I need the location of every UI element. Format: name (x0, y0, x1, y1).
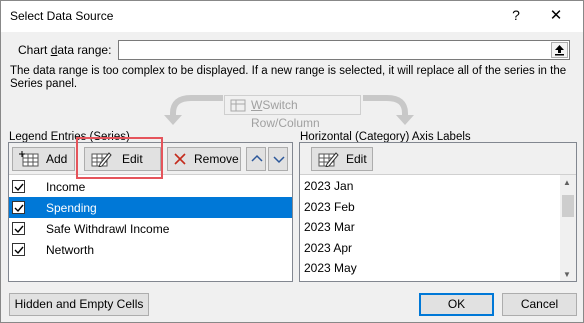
add-series-label: Add (46, 152, 68, 166)
axis-label-item[interactable]: 2023 Mar (300, 217, 560, 238)
remove-x-icon (174, 153, 186, 165)
series-row-safe-withdrawl-income[interactable]: Safe Withdrawl Income (9, 218, 292, 239)
axis-toolbar: Edit (300, 143, 576, 175)
collapse-dialog-button[interactable] (551, 42, 568, 58)
series-checkbox[interactable] (12, 243, 25, 256)
chevron-down-icon (273, 156, 285, 164)
series-row-income[interactable]: Income (9, 176, 292, 197)
ok-button[interactable]: OK (419, 293, 494, 316)
scroll-up-icon[interactable]: ▲ (563, 178, 571, 187)
checkmark-icon (14, 225, 24, 234)
series-name: Networth (46, 243, 95, 257)
collapse-arrow-icon (555, 45, 564, 56)
series-name: Safe Withdrawl Income (46, 222, 170, 236)
close-button[interactable]: ✕ (547, 6, 565, 24)
hidden-empty-cells-button[interactable]: Hidden and Empty Cells (9, 293, 149, 316)
checkmark-icon (14, 183, 24, 192)
series-checkbox[interactable] (12, 180, 25, 193)
title-bar: Select Data Source ? ✕ (1, 1, 583, 32)
series-checkbox[interactable] (12, 222, 25, 235)
switch-row-column-label: WSwitch Row/Column (251, 98, 320, 130)
select-data-source-dialog: Select Data Source ? ✕ Chart data range:… (0, 0, 584, 323)
add-series-button[interactable]: Add (12, 147, 75, 171)
add-series-icon (19, 151, 39, 167)
chevron-up-icon (251, 154, 263, 162)
cancel-button[interactable]: Cancel (502, 293, 577, 316)
series-row-spending[interactable]: Spending (9, 197, 292, 218)
chart-data-range-input[interactable] (118, 40, 570, 60)
axis-label-item[interactable]: 2023 Feb (300, 197, 560, 218)
series-name: Income (46, 180, 86, 194)
series-checkbox[interactable] (12, 201, 25, 214)
chart-data-range-label: Chart data range: (18, 43, 112, 57)
switch-row-column-icon (230, 99, 246, 112)
axis-labels-panel: Edit 2023 Jan 2023 Feb 2023 Mar 2023 Apr… (299, 142, 577, 282)
checkmark-icon (14, 204, 24, 213)
move-up-button[interactable] (246, 147, 266, 171)
remove-series-label: Remove (194, 152, 239, 166)
edit-axis-labels-button[interactable]: Edit (311, 147, 373, 171)
dialog-title: Select Data Source (10, 9, 114, 23)
help-button[interactable]: ? (509, 7, 523, 23)
scroll-down-icon[interactable]: ▼ (563, 270, 571, 279)
remove-series-button[interactable]: Remove (167, 147, 241, 171)
edit-button-highlight (76, 137, 163, 179)
move-down-button[interactable] (268, 147, 288, 171)
scrollbar-thumb[interactable] (562, 195, 574, 217)
axis-label-item[interactable]: 2023 Jan (300, 176, 560, 197)
edit-axis-icon (318, 152, 339, 167)
series-list: Income Spending Safe Withdrawl Income Ne… (9, 176, 292, 260)
range-message: The data range is too complex to be disp… (10, 65, 567, 90)
checkmark-icon (14, 246, 24, 255)
edit-axis-labels-label: Edit (346, 152, 367, 166)
axis-label-item[interactable]: 2023 Apr (300, 238, 560, 259)
axis-label-item[interactable]: 2023 May (300, 258, 560, 279)
switch-row-column-button[interactable]: WSwitch Row/Column (224, 95, 361, 130)
series-name: Spending (46, 201, 97, 215)
series-row-networth[interactable]: Networth (9, 239, 292, 260)
axis-list-scrollbar[interactable]: ▲ ▼ (560, 175, 576, 281)
axis-labels-list: 2023 Jan 2023 Feb 2023 Mar 2023 Apr 2023… (300, 176, 560, 279)
